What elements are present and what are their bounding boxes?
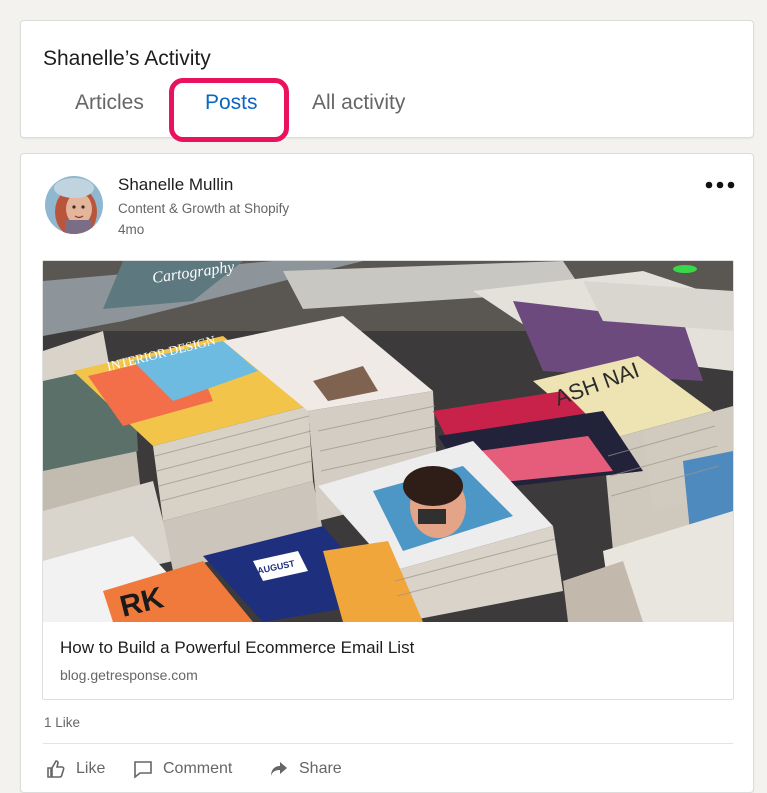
avatar[interactable]	[45, 176, 103, 234]
share-icon	[271, 762, 287, 776]
activity-header-card: Shanelle’s Activity Articles Posts All a…	[20, 20, 754, 142]
tab-articles[interactable]: Articles	[75, 91, 144, 115]
like-button[interactable]: Like	[46, 759, 105, 779]
article-image: Cartography INTERIOR DESIGN ASH NAI AUGU…	[43, 261, 733, 622]
posts-tab-highlight	[169, 78, 289, 142]
post-timestamp: 4mo	[118, 222, 145, 237]
post-card: Shanelle Mullin Content & Growth at Shop…	[20, 153, 754, 793]
comment-label: Comment	[163, 760, 233, 777]
like-label: Like	[76, 760, 106, 777]
comment-icon	[134, 761, 152, 779]
thumbs-up-icon	[47, 760, 65, 778]
share-button[interactable]: Share	[269, 759, 342, 779]
share-label: Share	[299, 760, 342, 777]
like-count[interactable]: 1 Like	[44, 715, 80, 730]
more-options-button[interactable]	[705, 170, 735, 190]
article-source: blog.getresponse.com	[60, 667, 198, 683]
author-name[interactable]: Shanelle Mullin	[118, 175, 233, 195]
more-horizontal-icon	[705, 181, 735, 189]
activity-title: Shanelle’s Activity	[43, 47, 211, 70]
divider	[43, 743, 733, 744]
article-link-preview[interactable]: Cartography INTERIOR DESIGN ASH NAI AUGU…	[42, 260, 734, 700]
tab-all-activity[interactable]: All activity	[312, 91, 405, 115]
author-headline: Content & Growth at Shopify	[118, 201, 290, 216]
article-title[interactable]: How to Build a Powerful Ecommerce Email …	[60, 638, 414, 658]
avatar-image	[45, 176, 103, 234]
comment-button[interactable]: Comment	[133, 759, 232, 779]
